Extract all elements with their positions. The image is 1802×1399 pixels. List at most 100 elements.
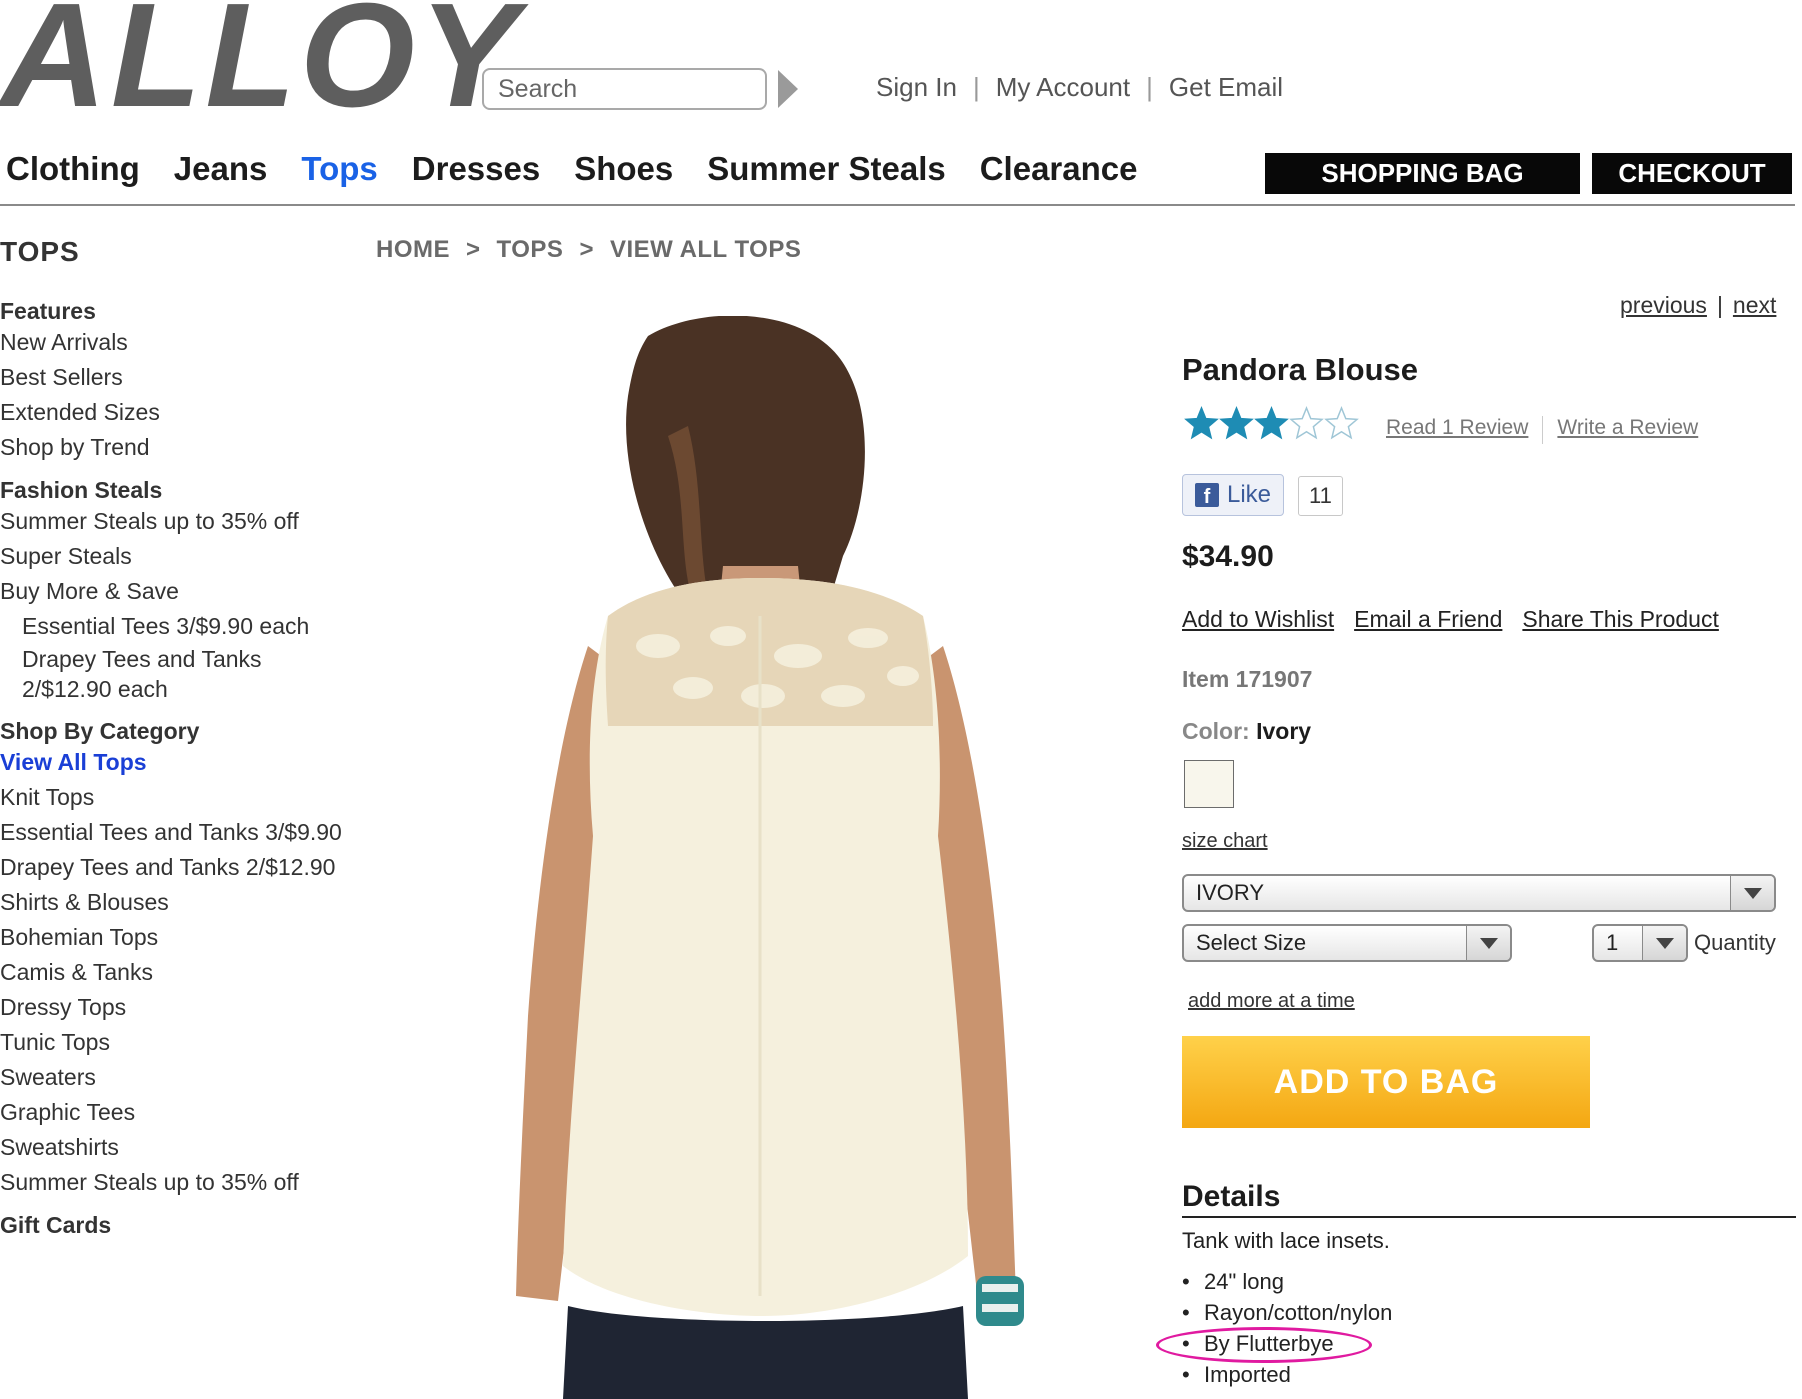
previous-link[interactable]: previous (1620, 292, 1707, 319)
sidebar-item-shop-by-trend[interactable]: Shop by Trend (0, 430, 380, 465)
search-area (482, 68, 798, 110)
divider (1542, 416, 1544, 444)
email-friend-link[interactable]: Email a Friend (1354, 606, 1502, 633)
like-label: Like (1227, 481, 1272, 508)
sidebar-item-knit-tops[interactable]: Knit Tops (0, 780, 380, 815)
sidebar-item-drapey-tees[interactable]: Drapey Tees and Tanks 2/$12.90 each (0, 644, 380, 704)
chevron-down-icon (1642, 926, 1686, 960)
share-product-link[interactable]: Share This Product (1522, 606, 1718, 633)
sidebar-item-view-all-tops[interactable]: View All Tops (0, 745, 380, 780)
details-description: Tank with lace insets. (1182, 1228, 1390, 1253)
next-link[interactable]: next (1733, 292, 1776, 319)
star-icon[interactable] (1324, 406, 1359, 441)
sidebar-heading: TOPS (0, 236, 80, 267)
search-input[interactable] (482, 68, 767, 110)
sign-in-link[interactable]: Sign In (876, 72, 957, 103)
get-email-link[interactable]: Get Email (1169, 72, 1283, 103)
nav-clothing[interactable]: Clothing (6, 150, 140, 188)
sidebar-item-summer-steals-category[interactable]: Summer Steals up to 35% off (0, 1165, 380, 1200)
star-icon[interactable] (1184, 406, 1219, 441)
nav-divider (0, 204, 1795, 206)
details-list: 24" long Rayon/cotton/nylon By Flutterby… (1182, 1266, 1392, 1390)
sidebar-item-shirts-blouses[interactable]: Shirts & Blouses (0, 885, 380, 920)
quantity-select[interactable]: 1 (1592, 924, 1688, 962)
color-swatch-ivory[interactable] (1184, 760, 1234, 808)
sidebar-item-sweaters[interactable]: Sweaters (0, 1060, 380, 1095)
sidebar-item-camis-tanks[interactable]: Camis & Tanks (0, 955, 380, 990)
sidebar-item-gift-cards[interactable]: Gift Cards (0, 1212, 380, 1239)
color-label: Color: Ivory (1182, 718, 1311, 745)
read-reviews-link[interactable]: Read 1 Review (1386, 416, 1528, 444)
star-icon[interactable] (1289, 406, 1324, 441)
category-sidebar: TOPS Features New Arrivals Best Sellers … (0, 236, 380, 1239)
like-count: 11 (1298, 476, 1343, 516)
shop-by-category-title: Shop By Category (0, 718, 200, 744)
nav-summer-steals[interactable]: Summer Steals (707, 150, 945, 188)
sidebar-item-best-sellers[interactable]: Best Sellers (0, 360, 380, 395)
sidebar-item-tunic-tops[interactable]: Tunic Tops (0, 1025, 380, 1060)
size-select[interactable]: Select Size (1182, 924, 1512, 962)
sidebar-item-essential-tees-tanks[interactable]: Essential Tees and Tanks 3/$9.90 (0, 815, 380, 850)
list-item: 24" long (1182, 1266, 1392, 1297)
quantity-label: Quantity (1694, 930, 1776, 955)
star-rating[interactable] (1184, 406, 1359, 441)
size-chart-link[interactable]: size chart (1182, 830, 1268, 853)
sidebar-item-dressy-tops[interactable]: Dressy Tops (0, 990, 380, 1025)
chevron-down-icon (1466, 926, 1510, 960)
sidebar-item-essential-tees[interactable]: Essential Tees 3/$9.90 each (0, 609, 380, 644)
add-more-link[interactable]: add more at a time (1188, 990, 1355, 1013)
nav-tops[interactable]: Tops (301, 150, 377, 188)
product-pager: previous | next (1620, 292, 1776, 319)
facebook-icon: f (1195, 483, 1219, 507)
breadcrumb-separator: > (466, 236, 481, 263)
separator: | (972, 72, 980, 102)
add-to-wishlist-link[interactable]: Add to Wishlist (1182, 606, 1334, 633)
product-price: $34.90 (1182, 540, 1274, 573)
review-links: Read 1 Review Write a Review (1386, 416, 1698, 444)
details-title: Details (1182, 1180, 1281, 1213)
sidebar-item-super-steals[interactable]: Super Steals (0, 539, 380, 574)
breadcrumb-tops[interactable]: TOPS (497, 236, 564, 264)
checkout-button[interactable]: CHECKOUT (1592, 153, 1792, 194)
sidebar-item-label: Drapey Tees and Tanks (22, 646, 262, 672)
sidebar-item-drapey-tees-tanks[interactable]: Drapey Tees and Tanks 2/$12.90 (0, 850, 380, 885)
star-icon[interactable] (1254, 406, 1289, 441)
nav-clearance[interactable]: Clearance (980, 150, 1138, 188)
sidebar-item-buy-more-save[interactable]: Buy More & Save (0, 574, 380, 609)
color-select-value: IVORY (1196, 880, 1265, 905)
add-to-bag-button[interactable]: ADD TO BAG (1182, 1036, 1590, 1128)
breadcrumb: HOME > TOPS > VIEW ALL TOPS (376, 236, 801, 264)
color-value: Ivory (1256, 718, 1312, 744)
my-account-link[interactable]: My Account (996, 72, 1130, 103)
product-photo[interactable] (498, 316, 1038, 1399)
play-arrow-icon[interactable] (778, 70, 798, 108)
color-select[interactable]: IVORY (1182, 874, 1776, 912)
details-divider (1182, 1216, 1796, 1218)
hair-shape (626, 316, 865, 606)
facebook-like-button[interactable]: f Like (1182, 474, 1284, 516)
separator: | (1146, 72, 1153, 102)
fashion-steals-title: Fashion Steals (0, 477, 163, 503)
sidebar-item-graphic-tees[interactable]: Graphic Tees (0, 1095, 380, 1130)
sidebar-item-label: 2/$12.90 each (22, 676, 168, 702)
alloy-logo[interactable]: ALLOY (0, 0, 522, 130)
sidebar-item-summer-steals[interactable]: Summer Steals up to 35% off (0, 504, 380, 539)
chevron-down-icon (1730, 876, 1774, 910)
list-item: Rayon/cotton/nylon (1182, 1297, 1392, 1328)
sidebar-item-new-arrivals[interactable]: New Arrivals (0, 325, 380, 360)
account-links: Sign In | My Account | Get Email (876, 72, 1283, 103)
nav-dresses[interactable]: Dresses (412, 150, 540, 188)
sidebar-item-sweatshirts[interactable]: Sweatshirts (0, 1130, 380, 1165)
breadcrumb-view-all-tops[interactable]: VIEW ALL TOPS (610, 236, 801, 264)
list-item: By Flutterbye (1182, 1328, 1392, 1359)
product-title: Pandora Blouse (1182, 352, 1418, 387)
star-icon[interactable] (1219, 406, 1254, 441)
quantity-select-value: 1 (1606, 930, 1619, 955)
sidebar-item-extended-sizes[interactable]: Extended Sizes (0, 395, 380, 430)
nav-jeans[interactable]: Jeans (174, 150, 268, 188)
nav-shoes[interactable]: Shoes (574, 150, 673, 188)
write-review-link[interactable]: Write a Review (1557, 416, 1698, 444)
shopping-bag-button[interactable]: SHOPPING BAG (1265, 153, 1580, 194)
sidebar-item-bohemian-tops[interactable]: Bohemian Tops (0, 920, 380, 955)
breadcrumb-home[interactable]: HOME (376, 236, 450, 264)
